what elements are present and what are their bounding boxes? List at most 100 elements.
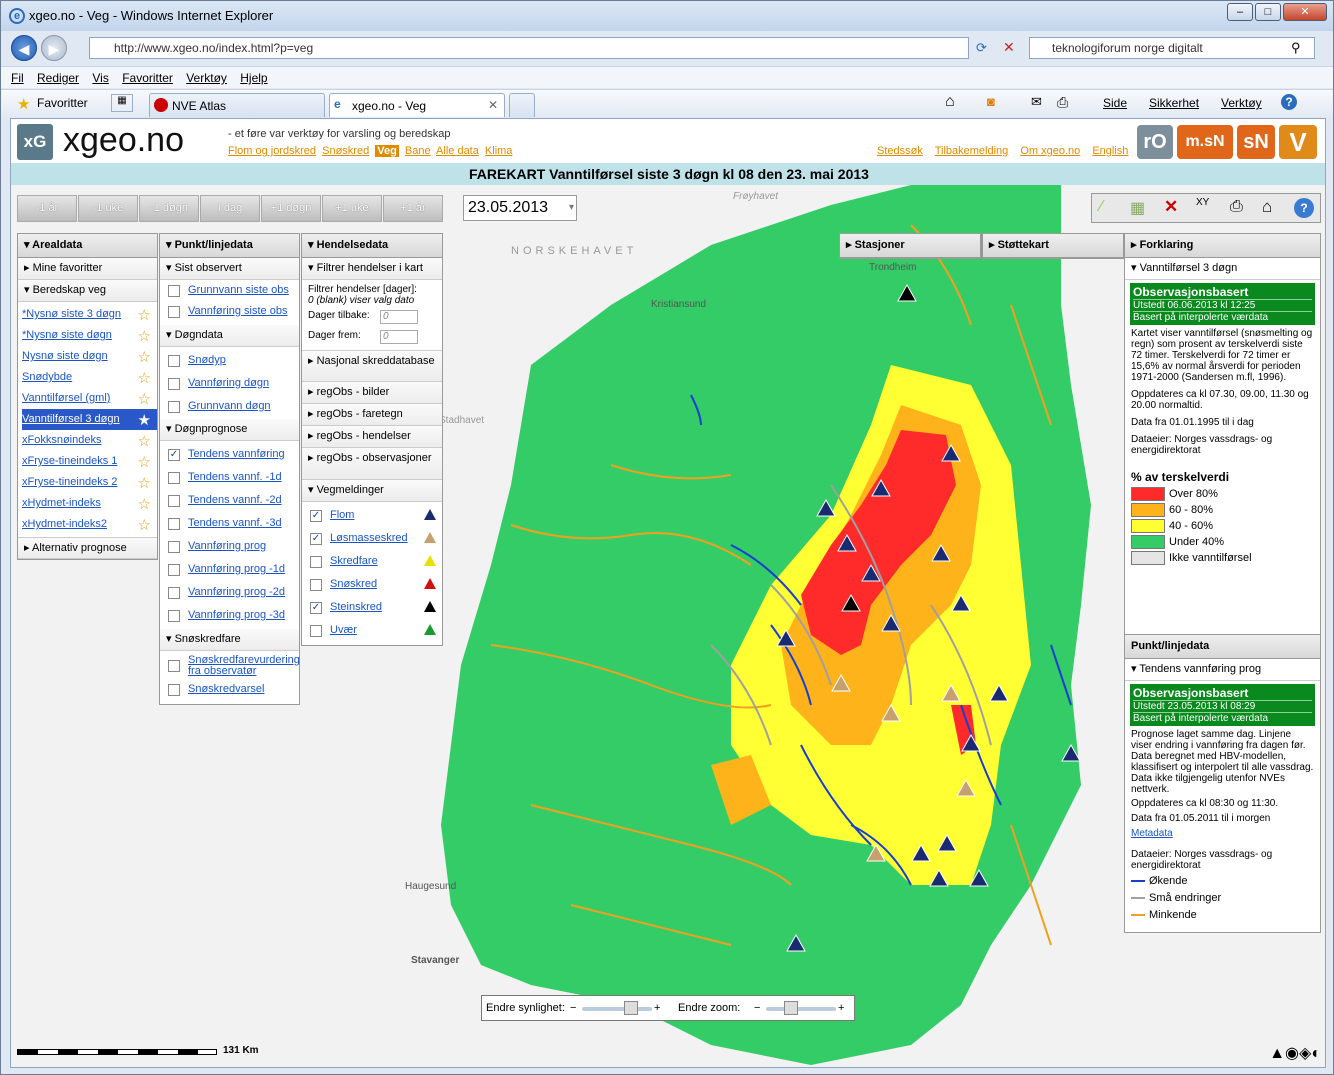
item-link[interactable]: Vannføring døgn bbox=[188, 377, 269, 389]
map-view[interactable]: NORSKEHAVET Frøyhavet Kristiansund Trond… bbox=[11, 185, 1325, 1067]
checkbox-checked[interactable]: ✓ bbox=[310, 533, 322, 545]
clear-icon[interactable]: ✕ bbox=[1164, 197, 1178, 217]
item-link[interactable]: Steinskred bbox=[330, 601, 382, 613]
checkbox[interactable] bbox=[168, 355, 180, 367]
mine-favoritter-row[interactable]: ▸ Mine favoritter bbox=[18, 258, 157, 280]
help-icon[interactable]: ? bbox=[1281, 94, 1297, 110]
favorite-star-icon[interactable]: ☆ bbox=[138, 389, 151, 410]
list-item[interactable]: Vanntilførsel (gml) ☆ bbox=[22, 388, 157, 409]
plus-day-button[interactable]: +1 døgn bbox=[261, 195, 321, 222]
list-item[interactable]: Vannføring prog -2d bbox=[160, 582, 299, 603]
pl-header[interactable]: Punkt/linjedata bbox=[1125, 635, 1320, 659]
checkbox[interactable] bbox=[168, 564, 180, 576]
list-item[interactable]: Tendens vannf. -2d bbox=[160, 490, 299, 511]
checkbox[interactable] bbox=[168, 472, 180, 484]
link-tilbakemelding[interactable]: Tilbakemelding bbox=[935, 145, 1009, 157]
list-item[interactable]: Vannføring prog -1d bbox=[160, 559, 299, 580]
list-item[interactable]: ✓ Flom bbox=[302, 505, 442, 526]
date-input[interactable]: 23.05.2013 ▾ bbox=[463, 195, 577, 221]
forklaring-header[interactable]: ▸ Forklaring bbox=[1125, 234, 1320, 258]
stottekart-header[interactable]: ▸ Støttekart bbox=[983, 234, 1123, 258]
list-item[interactable]: Nysnø siste døgn ☆ bbox=[22, 346, 157, 367]
plus-year-button[interactable]: +1 år bbox=[383, 195, 443, 222]
regobs-observasjoner-row[interactable]: ▸ regObs - observasjoner bbox=[302, 448, 442, 480]
vegmeldinger-row[interactable]: ▾ Vegmeldinger bbox=[302, 480, 442, 502]
hendelse-header[interactable]: ▾ Hendelsedata bbox=[302, 234, 442, 258]
print-icon[interactable]: ⎙ bbox=[1057, 94, 1068, 111]
home-map-icon[interactable]: ⌂ bbox=[1262, 197, 1272, 217]
item-link[interactable]: Snøskredfarevurdering fra observatør bbox=[188, 654, 300, 677]
metadata-link[interactable]: Metadata bbox=[1131, 828, 1314, 839]
draw-icon[interactable]: ⁄ bbox=[1100, 198, 1103, 216]
item-link[interactable]: Skredfare bbox=[330, 555, 378, 567]
punkt-header[interactable]: ▾ Punkt/linjedata bbox=[160, 234, 299, 258]
item-link[interactable]: Snødyp bbox=[188, 354, 226, 366]
list-item[interactable]: Vannføring døgn bbox=[160, 373, 299, 394]
list-item[interactable]: Snødybde ☆ bbox=[22, 367, 157, 388]
link-stedssok[interactable]: Stedssøk bbox=[877, 145, 923, 157]
layer-link[interactable]: Vanntilførsel (gml) bbox=[22, 392, 110, 404]
item-link[interactable]: Vannføring prog -2d bbox=[188, 586, 285, 598]
zoom-minus[interactable]: − bbox=[754, 996, 760, 1020]
search-icon[interactable]: ⚲ bbox=[1291, 40, 1301, 56]
checkbox-checked[interactable]: ✓ bbox=[310, 602, 322, 614]
search-field[interactable]: teknologiforum norge digitalt bbox=[1029, 37, 1315, 59]
refresh-icon[interactable]: ⟳ bbox=[976, 40, 987, 56]
coordinate-icon[interactable]: XY bbox=[1196, 197, 1209, 208]
layer-link[interactable]: xFryse-tineindeks 1 bbox=[22, 455, 117, 467]
minimize-button[interactable]: – bbox=[1227, 3, 1253, 21]
maximize-button[interactable]: □ bbox=[1255, 3, 1281, 21]
item-link[interactable]: Vannføring prog -3d bbox=[188, 609, 285, 621]
arealdata-header[interactable]: ▾ Arealdata bbox=[18, 234, 157, 258]
beredskap-veg-row[interactable]: ▾ Beredskap veg bbox=[18, 280, 157, 302]
checkbox[interactable] bbox=[168, 401, 180, 413]
opacity-minus[interactable]: − bbox=[570, 996, 576, 1020]
checkbox[interactable] bbox=[168, 684, 180, 696]
item-link[interactable]: Grunnvann siste obs bbox=[188, 284, 289, 296]
cmd-verktoy[interactable]: Verktøy bbox=[1221, 96, 1262, 110]
link-snoskred[interactable]: Snøskred bbox=[322, 145, 369, 157]
list-item[interactable]: Snøskredvarsel bbox=[160, 679, 299, 700]
tab-xgeo[interactable]: e xgeo.no - Veg ✕ bbox=[329, 93, 505, 117]
list-item[interactable]: xHydmet-indeks ☆ bbox=[22, 493, 157, 514]
list-item[interactable]: Vannføring prog -3d bbox=[160, 605, 299, 626]
checkbox-checked[interactable]: ✓ bbox=[168, 449, 180, 461]
favorite-star-icon[interactable]: ☆ bbox=[138, 368, 151, 389]
zoom-plus[interactable]: + bbox=[838, 996, 844, 1020]
opacity-slider[interactable] bbox=[582, 1007, 652, 1011]
new-tab-button[interactable] bbox=[509, 93, 535, 117]
item-link[interactable]: Vannføring prog -1d bbox=[188, 563, 285, 575]
cmd-side[interactable]: Side bbox=[1103, 96, 1127, 110]
list-item[interactable]: *Nysnø siste 3 døgn ☆ bbox=[22, 304, 157, 325]
layer-link[interactable]: *Nysnø siste døgn bbox=[22, 329, 112, 341]
item-link[interactable]: Grunnvann døgn bbox=[188, 400, 271, 412]
stop-icon[interactable]: ✕ bbox=[1003, 39, 1015, 56]
back-button[interactable]: ◀ bbox=[11, 35, 37, 61]
alternativ-prognose-row[interactable]: ▸ Alternativ prognose bbox=[18, 537, 157, 559]
item-link[interactable]: Vannføring prog bbox=[188, 540, 266, 552]
feeds-icon[interactable]: ◙ bbox=[987, 94, 995, 109]
list-item[interactable]: xFryse-tineindeks 1 ☆ bbox=[22, 451, 157, 472]
checkbox-checked[interactable]: ✓ bbox=[310, 510, 322, 522]
layer-link[interactable]: xHydmet-indeks bbox=[22, 497, 101, 509]
favorite-star-icon[interactable]: ☆ bbox=[138, 431, 151, 452]
item-link[interactable]: Tendens vannf. -3d bbox=[188, 517, 282, 529]
filter-row[interactable]: ▾ Filtrer hendelser i kart bbox=[302, 258, 442, 280]
item-link[interactable]: Tendens vannf. -2d bbox=[188, 494, 282, 506]
list-item[interactable]: xFokksnøindeks ☆ bbox=[22, 430, 157, 451]
pl-layer-row[interactable]: ▾ Tendens vannføring prog bbox=[1125, 659, 1320, 681]
list-item[interactable]: Vannføring prog bbox=[160, 536, 299, 557]
layer-link[interactable]: xHydmet-indeks2 bbox=[22, 518, 107, 530]
tab-nve-atlas[interactable]: NVE Atlas bbox=[149, 93, 325, 117]
link-alle-data[interactable]: Alle data bbox=[436, 145, 479, 157]
item-link[interactable]: Flom bbox=[330, 509, 354, 521]
checkbox[interactable] bbox=[168, 518, 180, 530]
skreddatabase-row[interactable]: ▸ Nasjonal skreddatabase bbox=[302, 350, 442, 382]
list-item[interactable]: Vannføring siste obs bbox=[160, 301, 299, 322]
favorite-star-icon[interactable]: ☆ bbox=[138, 515, 151, 536]
list-item[interactable]: ✓ Tendens vannføring bbox=[160, 444, 299, 465]
days-fwd-input[interactable]: 0 bbox=[380, 330, 418, 344]
list-item[interactable]: *Nysnø siste døgn ☆ bbox=[22, 325, 157, 346]
days-back-input[interactable]: 0 bbox=[380, 310, 418, 324]
minus-year-button[interactable]: -1 år bbox=[17, 195, 77, 222]
